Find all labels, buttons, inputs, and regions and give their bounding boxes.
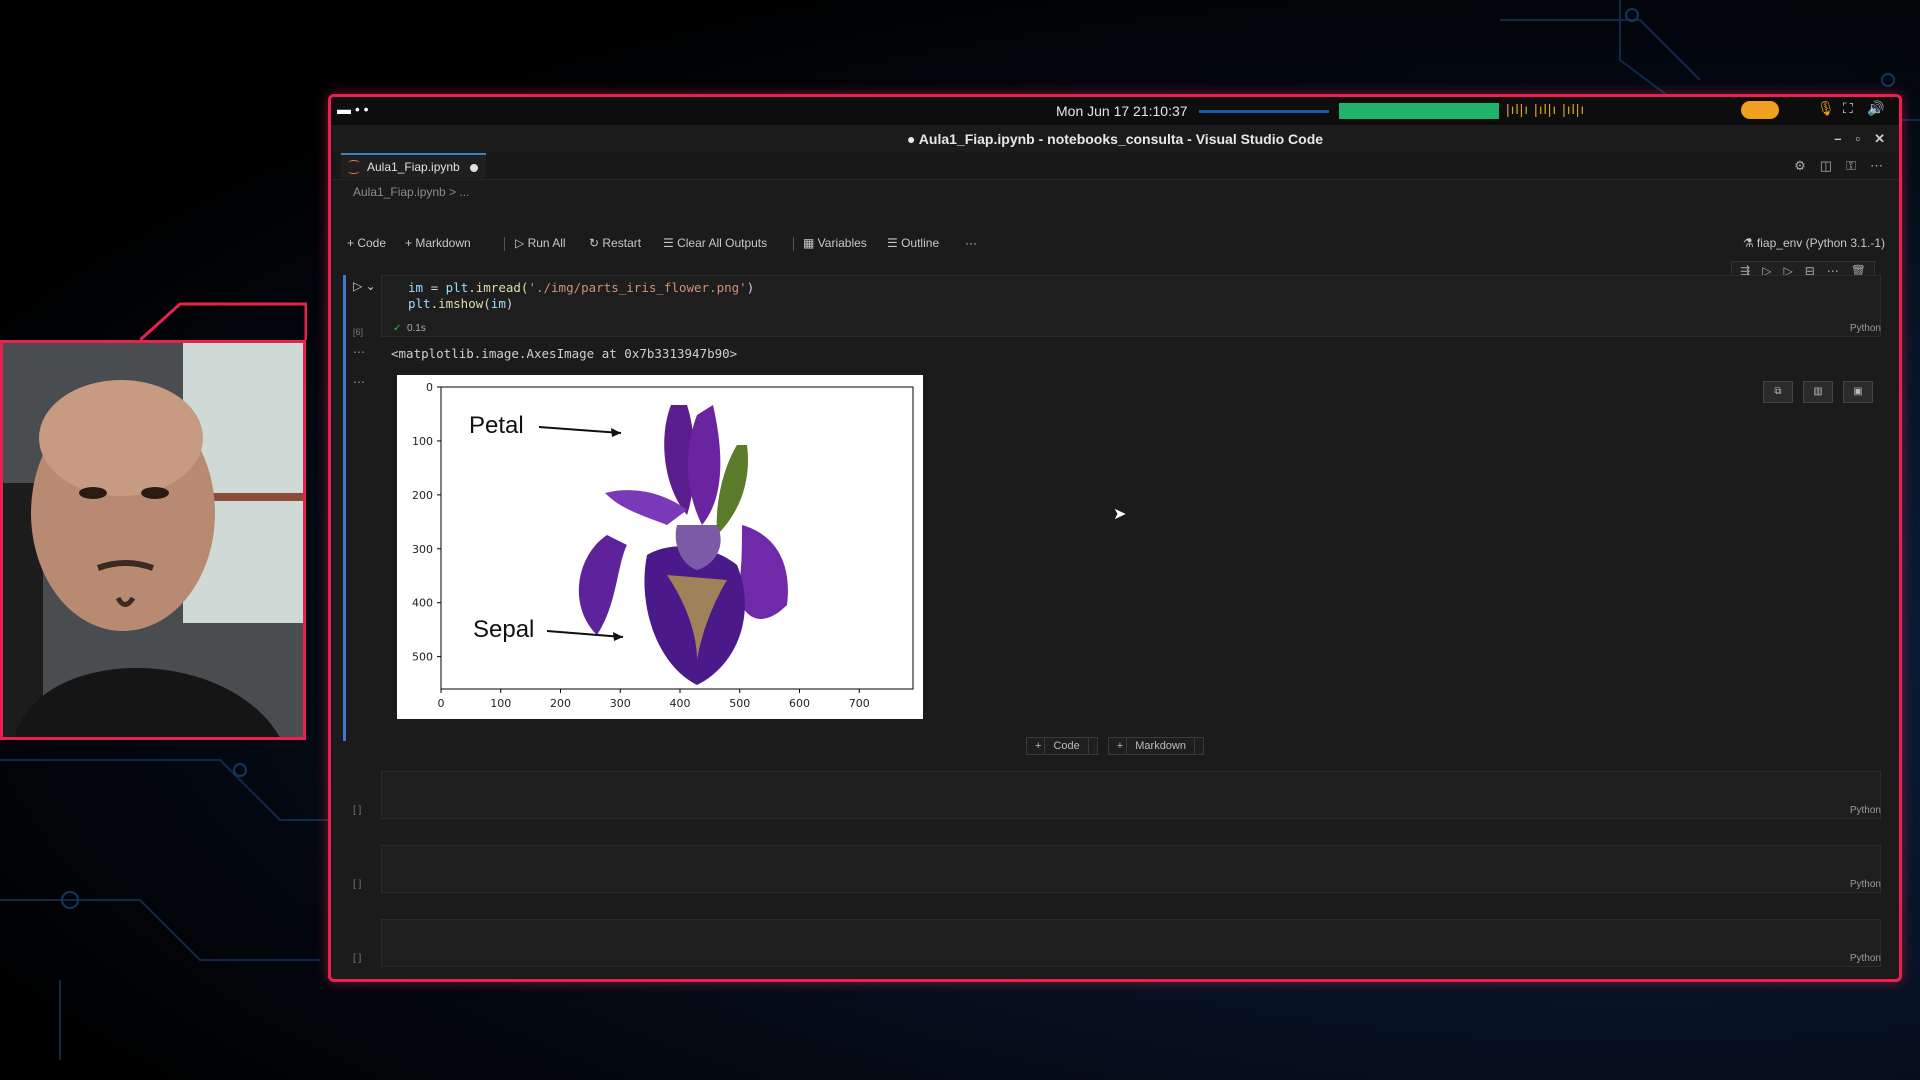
variables-button[interactable]: ▦ Variables [803, 236, 867, 250]
matplotlib-output-image: 0 100 200 300 400 500 0 100 200 300 400 500 600 700 … [397, 375, 923, 719]
cell-language[interactable]: Python [1850, 805, 1881, 816]
add-code-button[interactable]: + Code [347, 236, 386, 250]
y-axis-ticks: 0 100 200 300 400 500 [412, 381, 441, 664]
output-actions: ⧉ ▥ ▣ [1763, 381, 1873, 403]
y-tick-label: 500 [412, 651, 433, 664]
y-tick-label: 300 [412, 543, 433, 556]
y-tick-label: 200 [412, 489, 433, 502]
kernel-picker[interactable]: ⚗ fiap_env (Python 3.1.-1) [1743, 236, 1885, 250]
copy-output-icon[interactable]: ⧉ [1763, 381, 1793, 403]
empty-code-cell[interactable] [381, 771, 1881, 819]
execution-count: [ ] [353, 879, 362, 890]
tab-aula1-fiap[interactable]: ⁐ Aula1_Fiap.ipynb [341, 153, 486, 178]
cell-focus-bar [343, 275, 346, 741]
split-editor-icon[interactable]: ◫ [1820, 158, 1832, 174]
window-title-bar: ● Aula1_Fiap.ipynb - notebooks_consulta … [331, 125, 1899, 153]
breadcrumb[interactable]: Aula1_Fiap.ipynb > ... [353, 185, 469, 199]
x-tick-label: 600 [789, 697, 810, 710]
tab-label: Aula1_Fiap.ipynb [367, 160, 460, 174]
plot-label-sepal: Sepal [473, 616, 534, 643]
microphone-icon[interactable]: 🎙 [1817, 100, 1835, 117]
y-tick-label: 400 [412, 597, 433, 610]
maximize-icon[interactable]: ▫ [1855, 125, 1860, 153]
notebook-icon: ⁐ [349, 160, 359, 174]
memory-bar-icon [1339, 103, 1499, 119]
restart-button[interactable]: ↻ Restart [589, 236, 641, 250]
output-menu-icon[interactable]: ⋯ [353, 345, 365, 359]
output-menu-icon[interactable]: ⋯ [353, 375, 365, 389]
y-tick-label: 100 [412, 435, 433, 448]
presenter-video [3, 343, 303, 737]
cell-language[interactable]: Python [1850, 879, 1881, 890]
window-title: ● Aula1_Fiap.ipynb - notebooks_consulta … [906, 131, 1324, 147]
cpu-graph-icon [1199, 110, 1329, 113]
cell-language[interactable]: Python [1850, 953, 1881, 964]
cell-source[interactable]: im = plt.imread('./img/parts_iris_flower… [408, 280, 754, 312]
execution-count: [ ] [353, 805, 362, 816]
execution-count: [ ] [353, 953, 362, 964]
run-cell-button[interactable]: ▷ ⌄ [353, 279, 376, 293]
activity-graph-icon: |ıl|ı |ıl|ı |ıl|ı [1506, 101, 1586, 117]
empty-code-cell[interactable] [381, 919, 1881, 967]
x-tick-label: 400 [669, 697, 690, 710]
add-code-cell-button[interactable]: + Code [1025, 737, 1098, 755]
toolbar-divider [504, 237, 505, 251]
clock: Mon Jun 17 21:10:37 [1056, 103, 1188, 119]
recording-indicator-icon[interactable] [1741, 101, 1779, 119]
x-tick-label: 100 [490, 697, 511, 710]
mouse-cursor-icon: ➤ [1113, 506, 1127, 523]
notebook-toolbar: + Code + Markdown ▷ Run All ↻ Restart ☰ … [331, 233, 1899, 255]
x-axis-ticks: 0 100 200 300 400 500 600 700 [438, 689, 870, 710]
empty-code-cell[interactable] [381, 845, 1881, 893]
lock-icon[interactable]: ⚿ [1846, 158, 1856, 174]
code-cell[interactable]: im = plt.imread('./img/parts_iris_flower… [381, 275, 1881, 337]
y-tick-label: 0 [426, 381, 433, 394]
execution-time: ✓ 0.1s [393, 323, 426, 334]
save-output-icon[interactable]: ▣ [1843, 381, 1873, 403]
toolbar-divider [793, 237, 794, 251]
cell-language[interactable]: Python [1850, 323, 1881, 334]
add-markdown-cell-button[interactable]: + Markdown [1107, 737, 1204, 755]
add-markdown-button[interactable]: + Markdown [405, 236, 471, 250]
x-tick-label: 700 [849, 697, 870, 710]
output-text: <matplotlib.image.AxesImage at 0x7b33139… [391, 346, 738, 361]
add-cell-row: + Code + Markdown [331, 737, 1899, 755]
x-tick-label: 200 [550, 697, 571, 710]
webcam-overlay [0, 340, 306, 740]
x-tick-label: 0 [438, 697, 445, 710]
x-tick-label: 300 [610, 697, 631, 710]
unsaved-dot-icon [469, 164, 478, 172]
clear-outputs-button[interactable]: ☰ Clear All Outputs [663, 236, 767, 250]
network-icon[interactable]: ⛶ [1843, 100, 1853, 117]
workspace-indicator-icon: ▬ • • [337, 101, 369, 117]
minimize-icon[interactable]: – [1834, 125, 1841, 153]
gear-icon[interactable]: ⚙ [1794, 158, 1806, 174]
run-all-button[interactable]: ▷ Run All [515, 236, 566, 250]
editor-tab-bar: ⁐ Aula1_Fiap.ipynb ⚙ ◫ ⚿ ⋯ [331, 153, 1899, 180]
outline-button[interactable]: ☰ Outline [887, 236, 939, 250]
system-top-bar: ▬ • • Mon Jun 17 21:10:37 |ıl|ı |ıl|ı |ı… [331, 97, 1899, 125]
x-tick-label: 500 [729, 697, 750, 710]
more-toolbar-button[interactable]: ··· [965, 236, 977, 250]
check-icon: ✓ [393, 323, 402, 334]
volume-icon[interactable]: 🔊 [1867, 100, 1884, 117]
chart-view-icon[interactable]: ▥ [1803, 381, 1833, 403]
close-icon[interactable]: ✕ [1874, 125, 1885, 153]
plot-label-petal: Petal [469, 412, 524, 439]
vscode-window: ▬ • • Mon Jun 17 21:10:37 |ıl|ı |ıl|ı |ı… [328, 94, 1902, 982]
execution-count: [6] [353, 327, 364, 337]
more-actions-icon[interactable]: ⋯ [1870, 158, 1883, 174]
webcam-frame-tab [140, 302, 307, 342]
